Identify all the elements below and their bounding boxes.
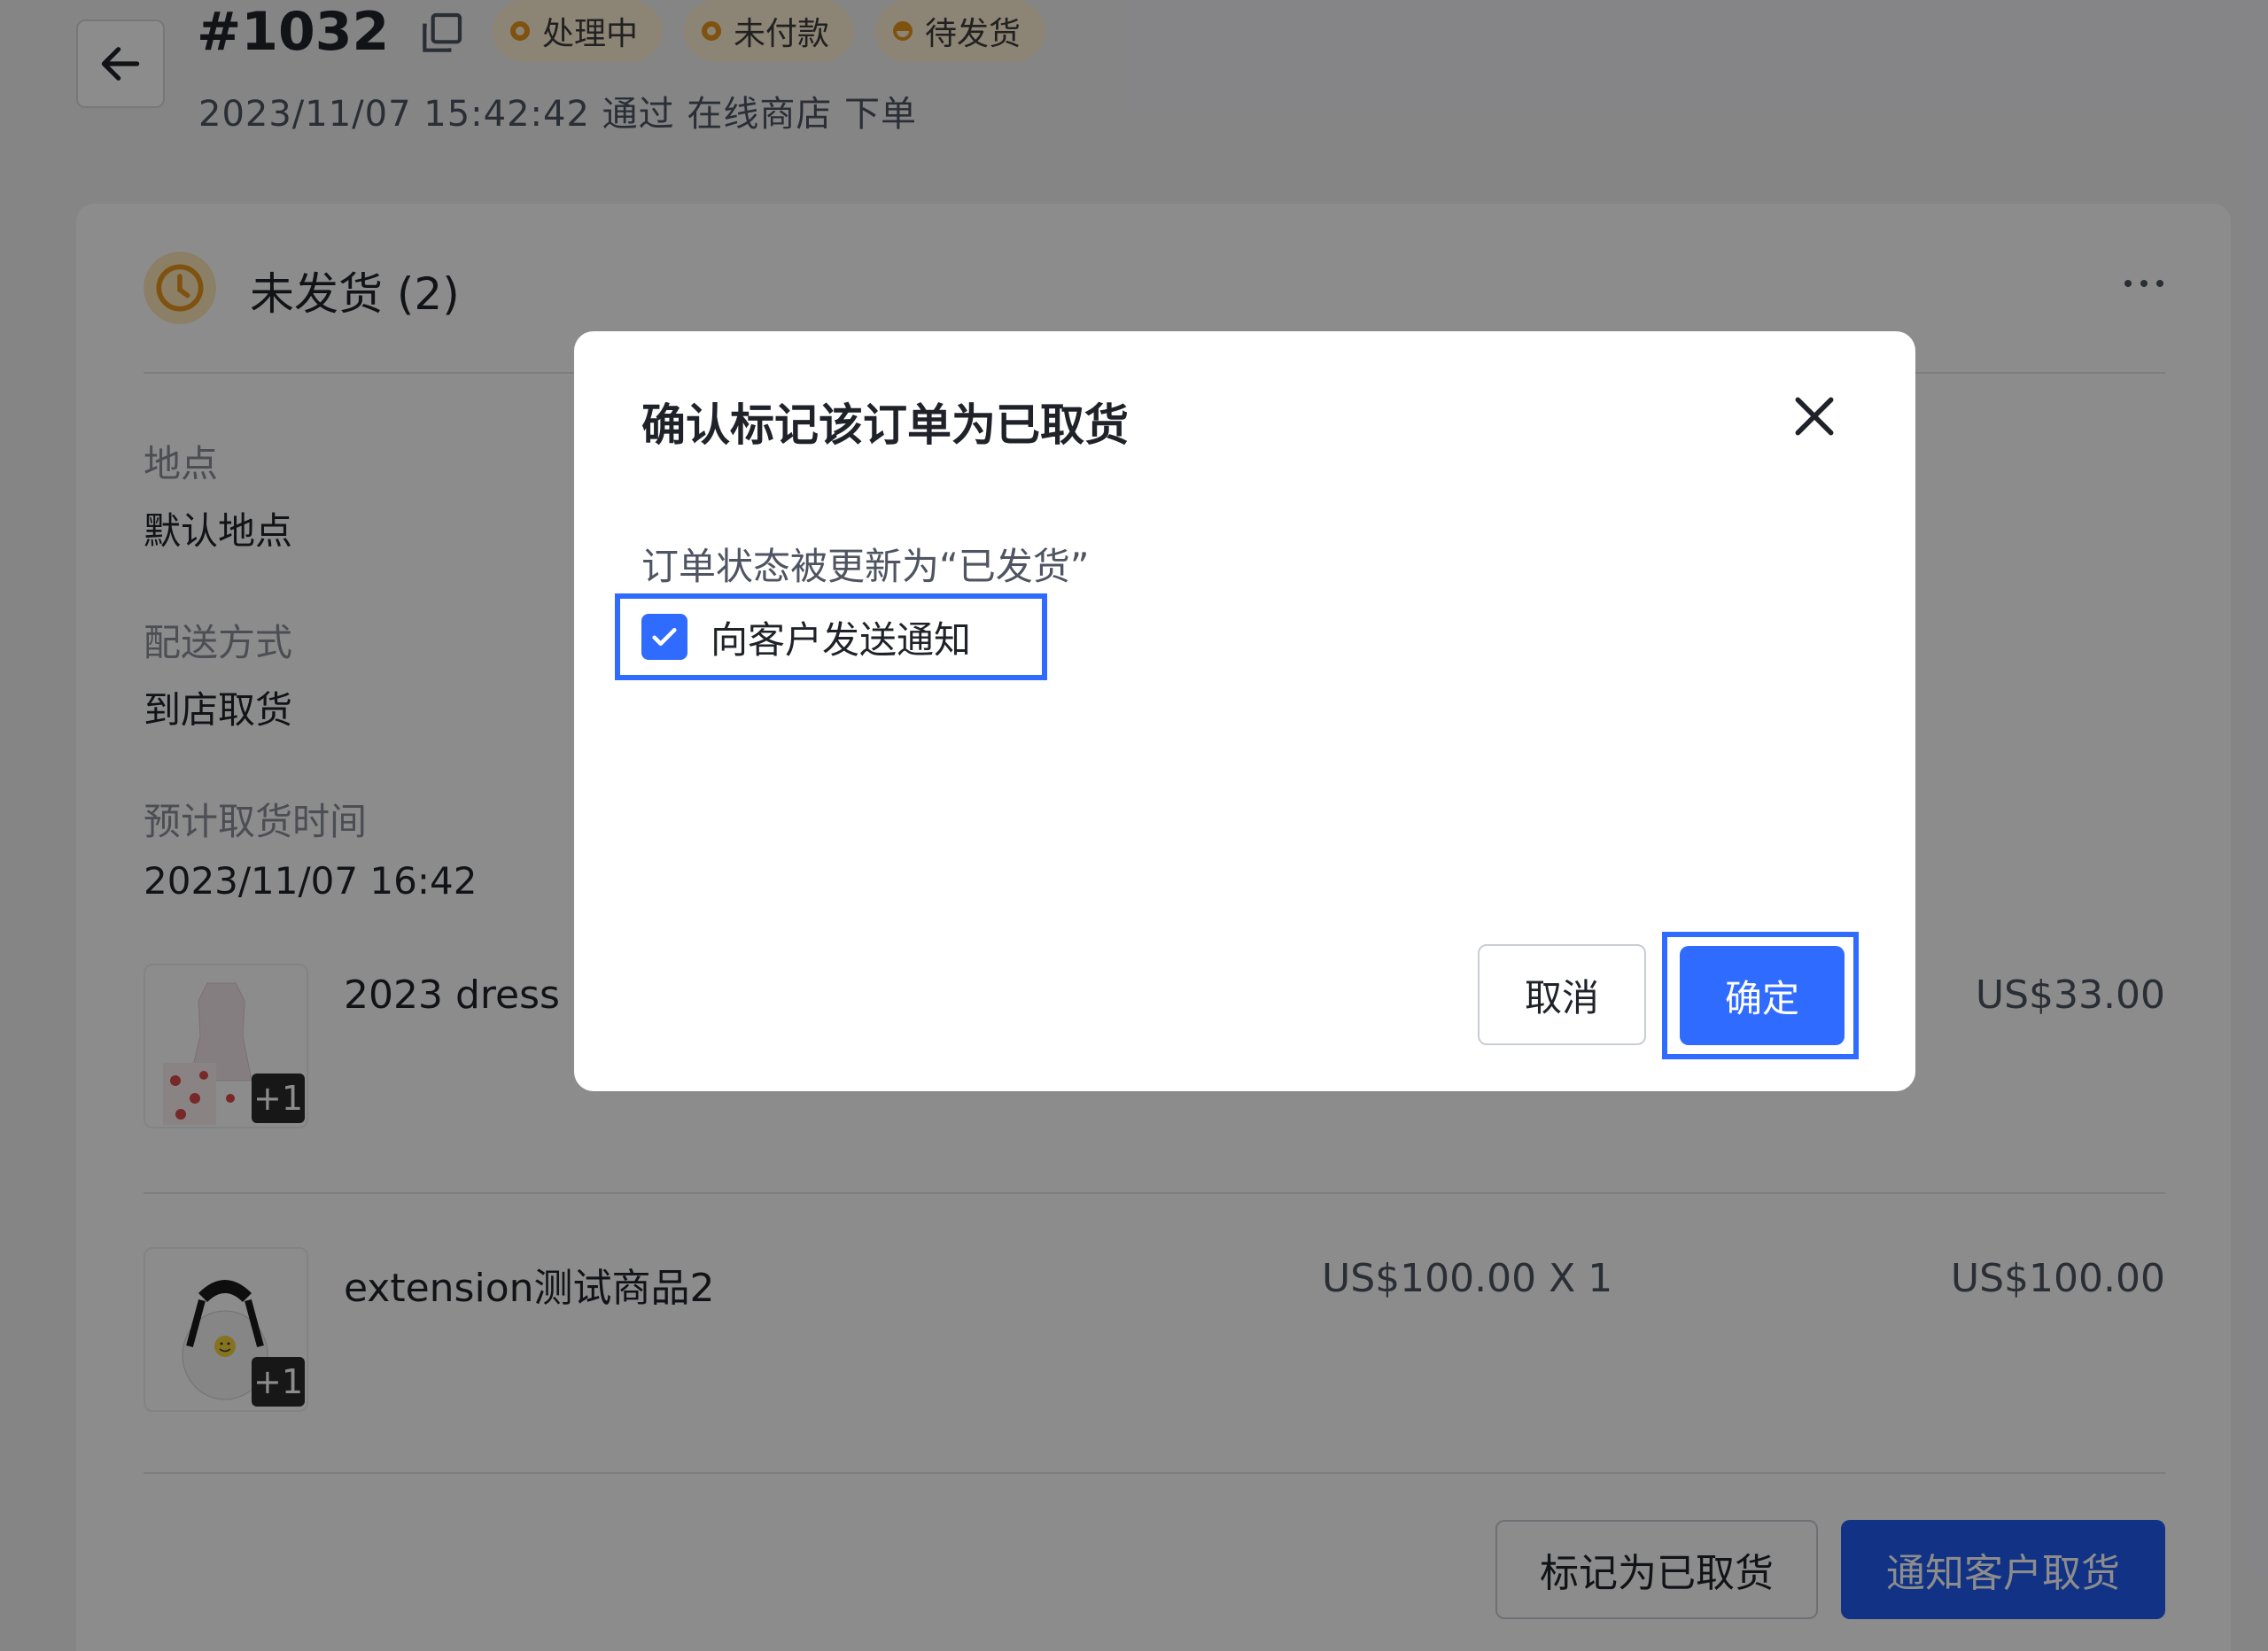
close-icon[interactable] [1790, 391, 1839, 441]
dialog-title: 确认标记该订单为已取货 [641, 399, 1129, 451]
notify-customer-checkbox-row[interactable]: 向客户发送通知 [615, 593, 1047, 680]
dialog-description: 订单状态被更新为“已发货” [641, 545, 1090, 588]
notify-customer-checkbox[interactable] [641, 614, 687, 660]
order-detail-page: #1032 处理中 未付款 待发货 2023/11/07 15:42:42 通过… [0, 0, 2268, 1651]
checkmark-icon [652, 627, 677, 647]
confirm-button[interactable]: 确定 [1680, 946, 1845, 1045]
confirm-pickup-dialog: 确认标记该订单为已取货 订单状态被更新为“已发货” 向客户发送通知 取消 确定 [574, 331, 1915, 1091]
cancel-button[interactable]: 取消 [1478, 944, 1646, 1045]
checkbox-label[interactable]: 向客户发送通知 [711, 610, 971, 664]
